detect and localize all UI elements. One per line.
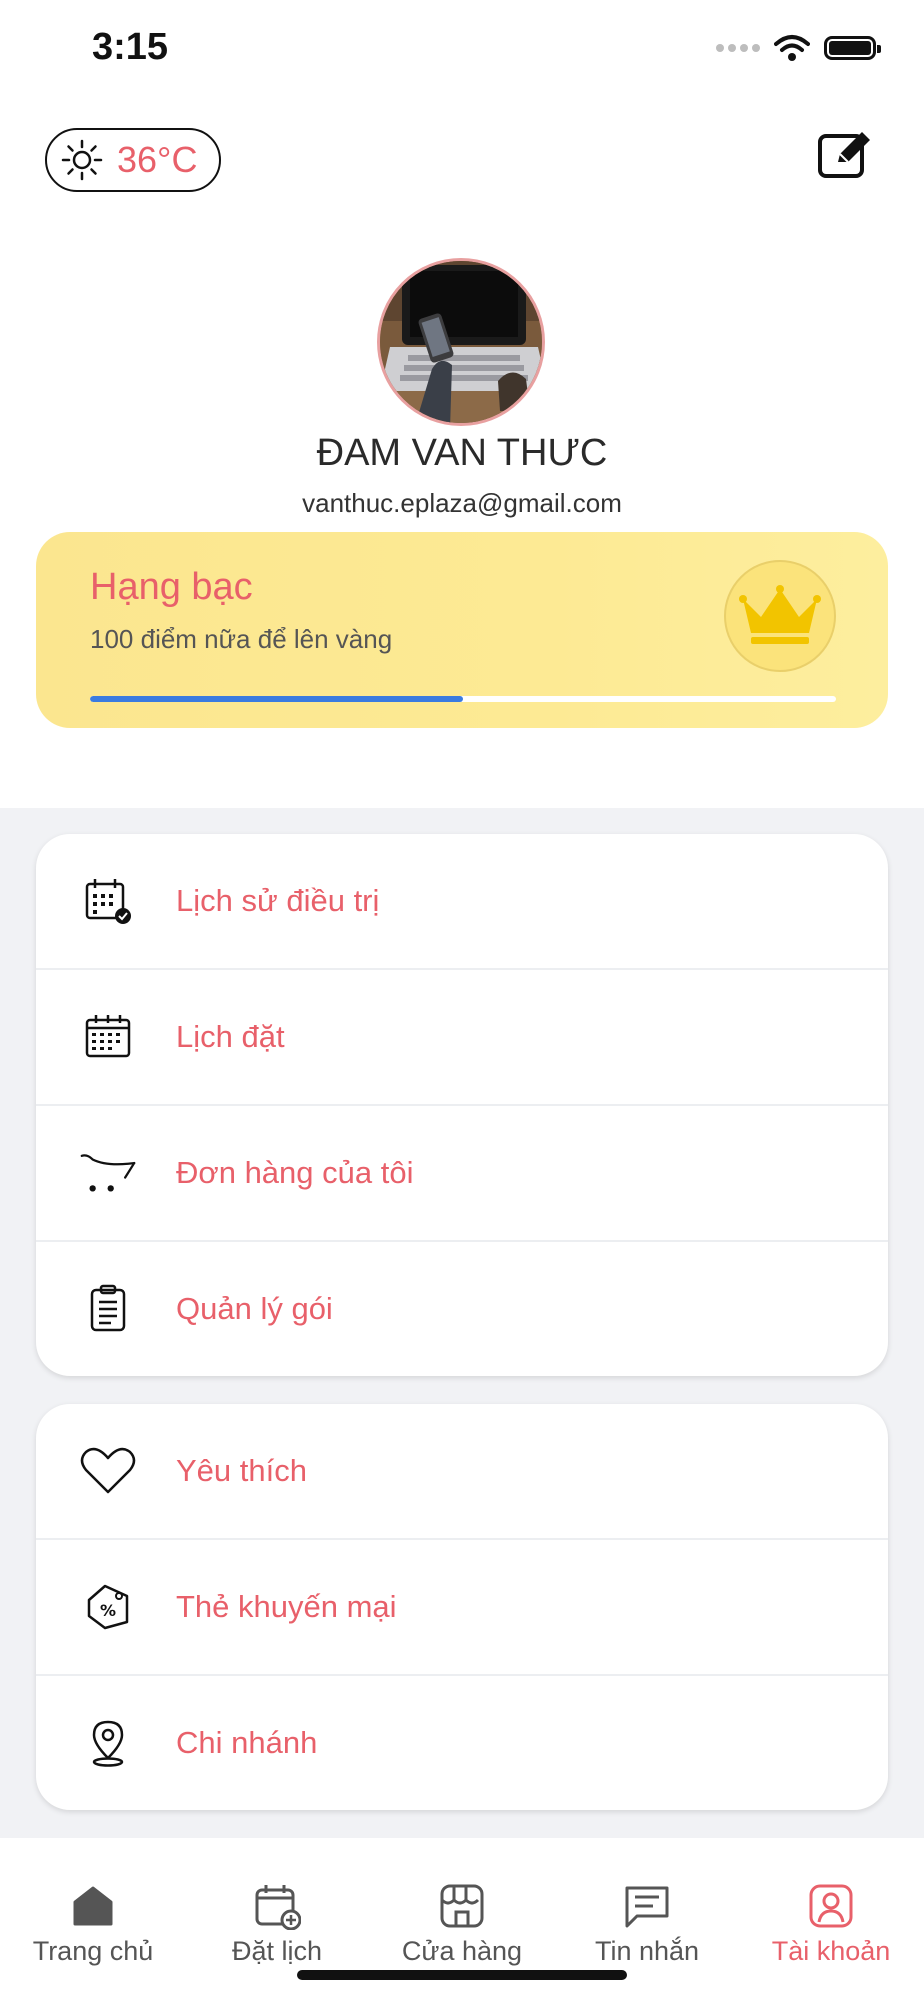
sun-icon	[61, 139, 103, 181]
menu-item-bookings[interactable]: Lịch đặt	[36, 970, 888, 1106]
store-icon	[440, 1884, 484, 1928]
svg-text:%: %	[100, 1601, 116, 1620]
calendar-add-icon	[255, 1885, 301, 1930]
signal-icon	[716, 44, 760, 52]
status-bar: 3:15	[0, 0, 924, 100]
edit-profile-button[interactable]	[816, 128, 876, 180]
menu-label: Đơn hàng của tôi	[176, 1155, 414, 1190]
nav-messages[interactable]: Tin nhắn	[562, 1882, 732, 1967]
crown-badge	[724, 560, 836, 672]
menu-item-branches[interactable]: Chi nhánh	[36, 1676, 888, 1810]
rank-progress-bar	[90, 696, 836, 702]
nav-label: Tài khoản	[771, 1936, 891, 1966]
wifi-icon	[774, 35, 810, 61]
battery-icon	[824, 36, 881, 60]
status-time: 3:15	[92, 26, 169, 68]
rank-card[interactable]: Hạng bạc 100 điểm nữa để lên vàng	[36, 532, 888, 728]
menu-label: Yêu thích	[176, 1453, 307, 1488]
menu-item-favorites[interactable]: Yêu thích	[36, 1404, 888, 1540]
menu-card-account: Lịch sử điều trị Lịch đặt Đơn hàng của t…	[36, 834, 888, 1376]
nav-account[interactable]: Tài khoản	[746, 1882, 916, 1967]
menu-label: Chi nhánh	[176, 1725, 318, 1760]
rank-title: Hạng bạc	[90, 566, 253, 608]
nav-booking[interactable]: Đặt lịch	[192, 1882, 362, 1967]
temperature-text: 36°C	[117, 139, 198, 180]
menu-item-treatment-history[interactable]: Lịch sử điều trị	[36, 834, 888, 970]
calendar-icon	[80, 1009, 136, 1065]
nav-label: Cửa hàng	[401, 1936, 523, 1966]
location-pin-icon	[80, 1715, 136, 1771]
nav-home[interactable]: Trang chủ	[8, 1882, 178, 1967]
calendar-check-icon	[80, 873, 136, 929]
menu-item-my-orders[interactable]: Đơn hàng của tôi	[36, 1106, 888, 1242]
message-icon	[625, 1886, 669, 1928]
menu-label: Lịch sử điều trị	[176, 883, 380, 918]
discount-tag-icon: %	[80, 1579, 136, 1635]
nav-label: Tin nhắn	[594, 1936, 700, 1966]
crown-icon	[739, 585, 821, 644]
nav-store[interactable]: Cửa hàng	[377, 1882, 547, 1967]
rank-progress-fill	[90, 696, 463, 702]
heart-icon	[80, 1443, 136, 1499]
menu-card-extras: Yêu thích % Thẻ khuyến mại Chi nhánh	[36, 1404, 888, 1810]
home-indicator	[297, 1970, 627, 1980]
nav-label: Trang chủ	[32, 1936, 154, 1966]
user-email: vanthuc.eplaza@gmail.com	[302, 488, 622, 518]
clipboard-icon	[80, 1281, 136, 1337]
status-icons	[716, 34, 881, 62]
user-name: ĐAM VAN THƯC	[316, 432, 608, 474]
home-icon	[73, 1886, 113, 1926]
avatar[interactable]	[377, 258, 545, 426]
menu-item-promo-cards[interactable]: % Thẻ khuyến mại	[36, 1540, 888, 1676]
menu-label: Quản lý gói	[176, 1291, 333, 1326]
edit-icon	[818, 132, 870, 178]
cart-icon	[80, 1145, 136, 1201]
nav-label: Đặt lịch	[231, 1936, 323, 1966]
account-icon	[809, 1884, 853, 1928]
avatar-image	[380, 261, 542, 423]
weather-pill: 36°C	[45, 128, 221, 192]
rank-subtitle: 100 điểm nữa để lên vàng	[90, 624, 393, 654]
menu-label: Lịch đặt	[176, 1019, 285, 1054]
menu-label: Thẻ khuyến mại	[176, 1589, 397, 1624]
menu-item-package-management[interactable]: Quản lý gói	[36, 1242, 888, 1376]
